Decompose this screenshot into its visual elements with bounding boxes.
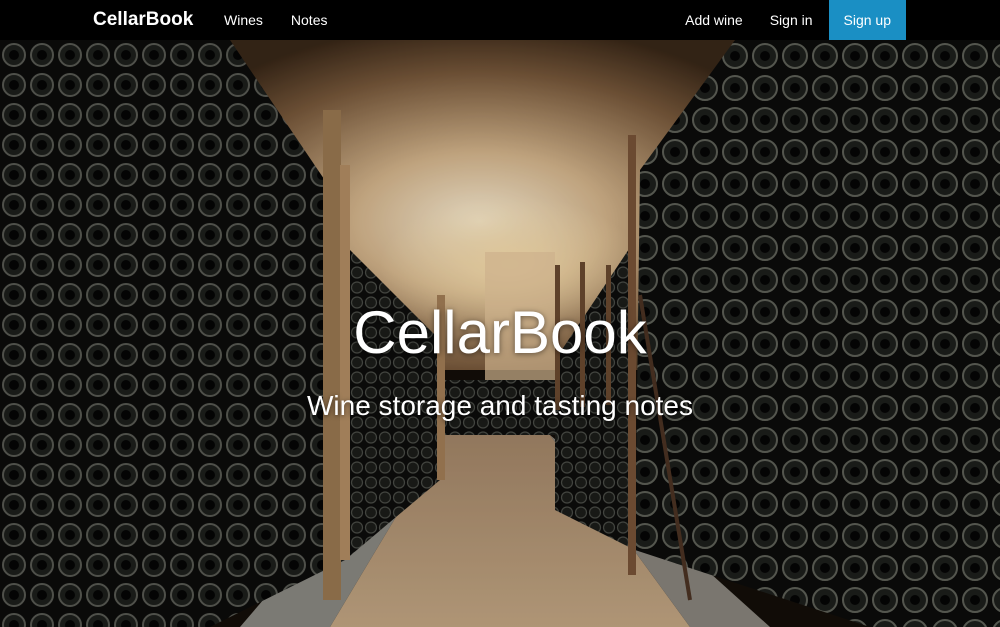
hero-title: CellarBook xyxy=(353,299,647,366)
nav-link-notes[interactable]: Notes xyxy=(291,0,328,40)
brand-logo[interactable]: CellarBook xyxy=(93,0,193,40)
top-navbar: CellarBook Wines Notes Add wine Sign in … xyxy=(0,0,1000,40)
nav-left: Wines Notes xyxy=(224,0,355,40)
add-wine-link[interactable]: Add wine xyxy=(685,0,743,40)
sign-up-button[interactable]: Sign up xyxy=(828,0,906,40)
nav-right: Add wine Sign in Sign up xyxy=(685,0,906,40)
hero-subtitle: Wine storage and tasting notes xyxy=(306,390,693,421)
sign-in-link[interactable]: Sign in xyxy=(770,0,813,40)
hero-section: CellarBook Wine storage and tasting note… xyxy=(0,40,1000,627)
nav-link-wines[interactable]: Wines xyxy=(224,0,263,40)
